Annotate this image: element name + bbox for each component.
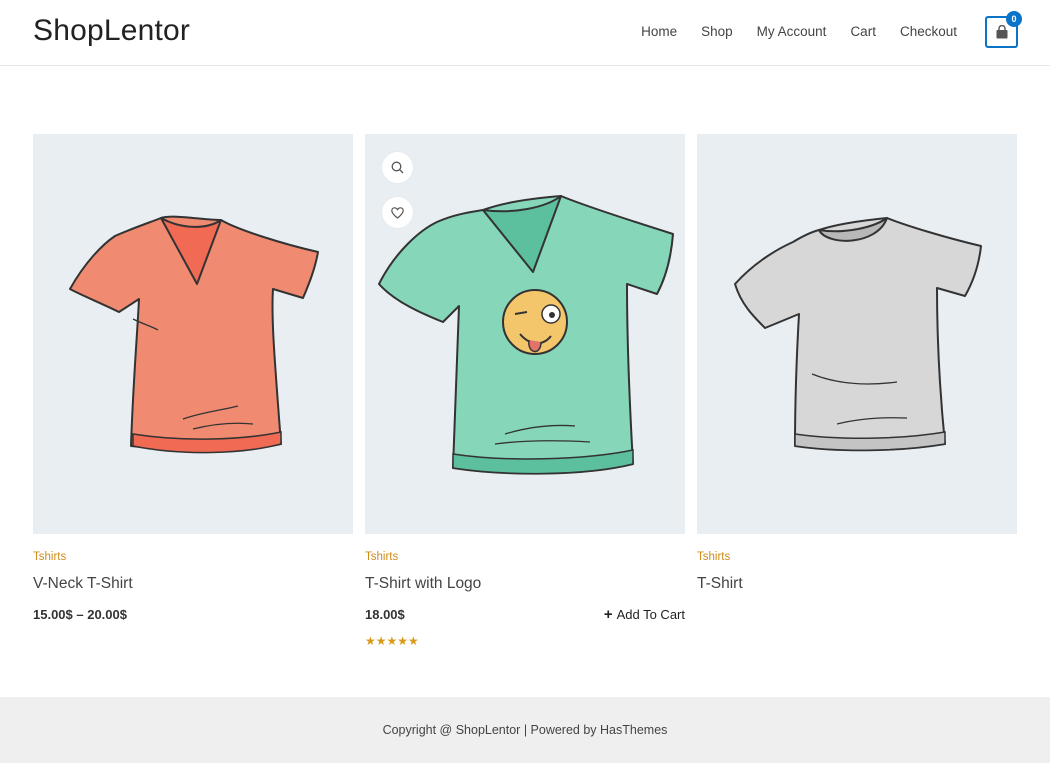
product-image[interactable] (365, 134, 685, 534)
product-card: Tshirts T-Shirt (697, 134, 1017, 592)
nav-shop[interactable]: Shop (701, 24, 733, 39)
main-nav: Home Shop My Account Cart Checkout (641, 24, 957, 39)
product-title[interactable]: V-Neck T-Shirt (33, 575, 133, 593)
nav-my-account[interactable]: My Account (757, 24, 827, 39)
product-title[interactable]: T-Shirt (697, 575, 743, 593)
search-icon (391, 161, 404, 174)
tshirt-image (734, 217, 982, 452)
product-card: Tshirts T-Shirt with Logo 18.00$ + Add T… (365, 134, 685, 648)
cart-count-badge: 0 (1006, 11, 1022, 27)
nav-home[interactable]: Home (641, 24, 677, 39)
copyright-text: Copyright @ ShopLentor | Powered by HasT… (382, 723, 668, 737)
add-to-cart-label: Add To Cart (616, 607, 685, 622)
mini-cart-button[interactable]: 0 (985, 11, 1022, 48)
star-rating: ★★★★★ (365, 634, 419, 648)
site-logo[interactable]: ShopLentor (33, 14, 190, 48)
product-price: 15.00$ – 20.00$ (33, 607, 127, 622)
product-category[interactable]: Tshirts (33, 551, 66, 563)
nav-checkout[interactable]: Checkout (900, 24, 957, 39)
wishlist-button[interactable] (382, 197, 413, 228)
site-header: ShopLentor Home Shop My Account Cart Che… (0, 0, 1050, 66)
product-image[interactable] (33, 134, 353, 534)
quick-view-button[interactable] (382, 152, 413, 183)
plus-icon: + (603, 606, 613, 623)
heart-icon (391, 206, 404, 219)
product-price: 18.00$ (365, 607, 405, 622)
vneck-tshirt-image (69, 215, 319, 454)
product-image[interactable] (697, 134, 1017, 534)
nav-cart[interactable]: Cart (850, 24, 876, 39)
product-category[interactable]: Tshirts (365, 551, 398, 563)
add-to-cart-button[interactable]: + Add To Cart (604, 607, 685, 622)
product-title[interactable]: T-Shirt with Logo (365, 575, 481, 593)
product-card: Tshirts V-Neck T-Shirt 15.00$ – 20.00$ (33, 134, 353, 622)
logo-tshirt-image (378, 195, 674, 475)
shopping-bag-icon (996, 25, 1007, 39)
product-category[interactable]: Tshirts (697, 551, 730, 563)
site-footer: Copyright @ ShopLentor | Powered by HasT… (0, 697, 1050, 763)
